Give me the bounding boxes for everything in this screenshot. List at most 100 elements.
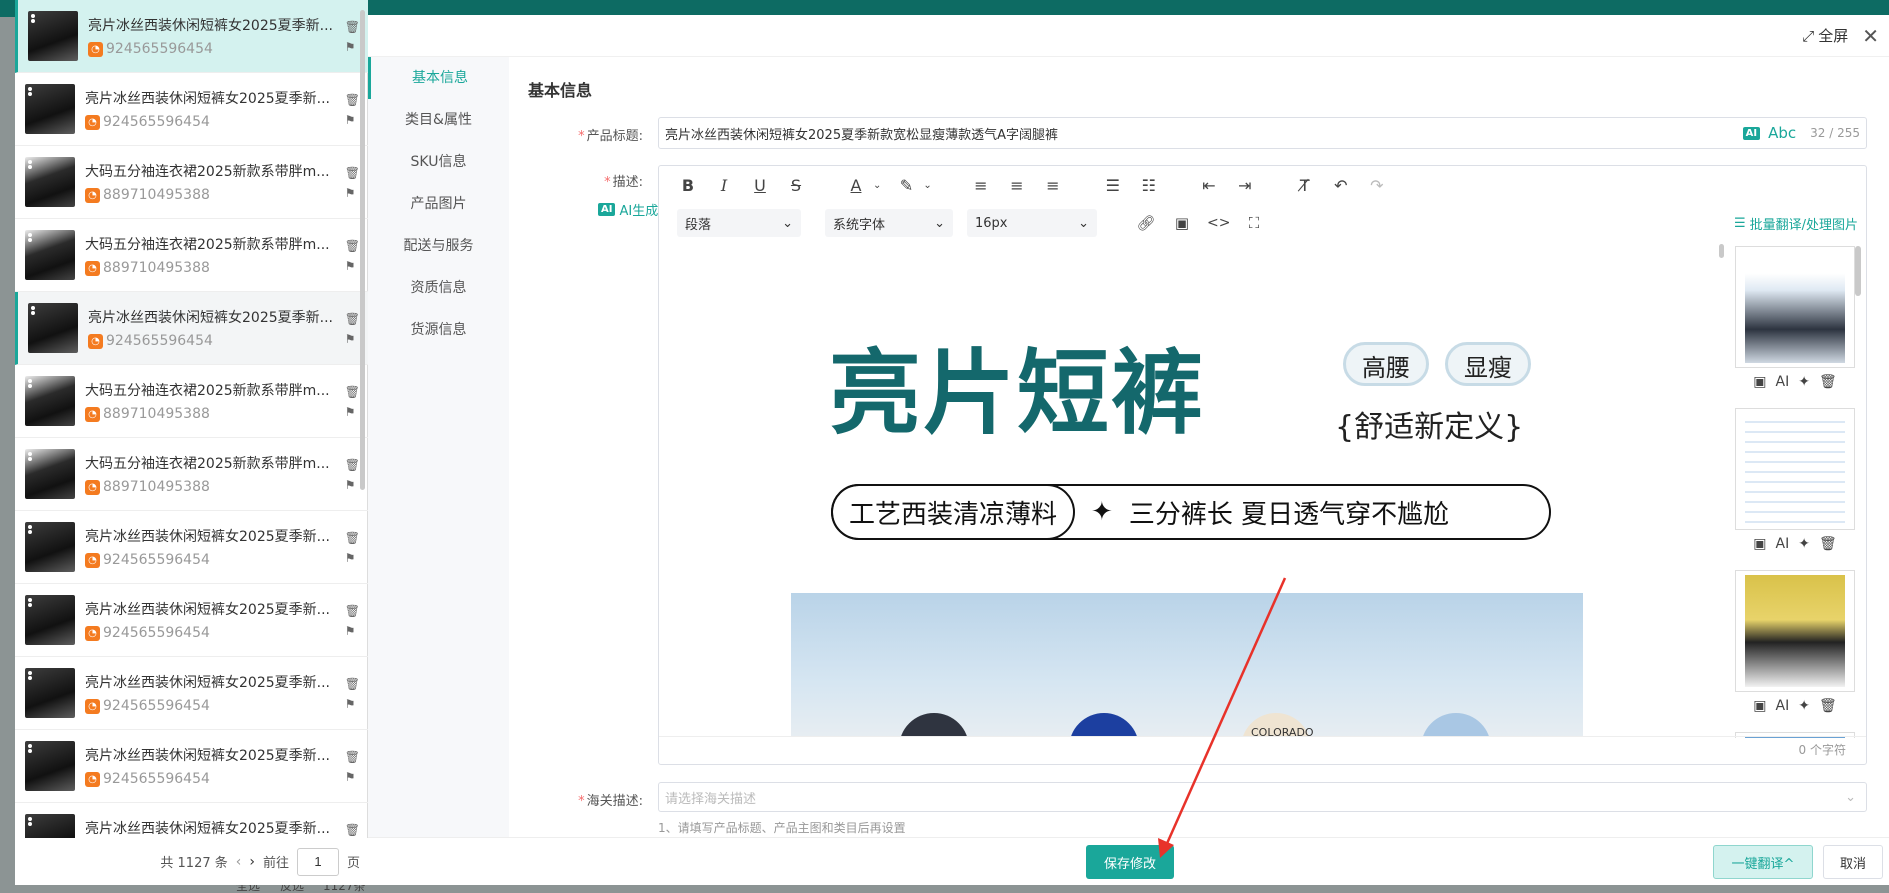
tab-item[interactable]: 产品图片 <box>368 183 509 225</box>
image-list-scrollbar[interactable] <box>1855 246 1861 296</box>
cancel-button[interactable]: 取消 <box>1823 845 1883 879</box>
text-color-icon[interactable]: A <box>845 176 867 195</box>
product-list-item[interactable]: 亮片冰丝西装休闲短裤女2025夏季新...◔924565596454🗑︎⚑ <box>15 584 368 657</box>
tab-item[interactable]: 类目&属性 <box>368 99 509 141</box>
ai-image-button[interactable]: AI <box>1776 374 1790 390</box>
product-list-item[interactable]: 亮片冰丝西装休闲短裤女2025夏季新...◔924565596454🗑︎⚑ <box>15 0 368 73</box>
align-right-icon[interactable]: ≡ <box>1042 176 1064 195</box>
description-image[interactable] <box>1735 408 1855 530</box>
flag-icon[interactable]: ⚑ <box>345 259 360 273</box>
delete-icon[interactable]: 🗑︎ <box>345 312 360 326</box>
delete-image-icon[interactable]: 🗑︎ <box>1819 536 1837 552</box>
pager-page-input[interactable] <box>296 847 339 876</box>
font-size-select[interactable]: 16px ⌄ <box>967 209 1097 237</box>
delete-image-icon[interactable]: 🗑︎ <box>1819 698 1837 714</box>
flag-icon[interactable]: ⚑ <box>345 624 360 638</box>
ai-image-button[interactable]: AI <box>1776 536 1790 552</box>
list-scrollbar[interactable] <box>360 10 365 490</box>
tab-item[interactable]: 配送与服务 <box>368 225 509 267</box>
paragraph-select[interactable]: 段落 ⌄ <box>677 209 801 237</box>
product-list-item[interactable]: 大码五分袖连衣裙2025新款系带胖m... ◔ 889710495388 🗑︎ ⚑ <box>15 219 368 292</box>
magic-wand-icon[interactable]: ✦ <box>1798 698 1810 714</box>
editor-fullscreen-icon[interactable]: ⛶ <box>1243 214 1265 232</box>
replace-image-icon[interactable]: ▣ <box>1753 374 1766 390</box>
product-list-item[interactable]: 亮片冰丝西装休闲短裤女2025夏季新...◔924565596454🗑︎⚑ <box>15 511 368 584</box>
tab-item[interactable]: 货源信息 <box>368 309 509 351</box>
abc-case-button[interactable]: Abc <box>1768 124 1796 142</box>
align-left-icon[interactable]: ≡ <box>970 176 992 195</box>
underline-icon[interactable]: U <box>749 176 771 195</box>
delete-icon[interactable]: 🗑︎ <box>345 239 360 253</box>
flag-icon[interactable]: ⚑ <box>345 40 360 54</box>
product-list-item[interactable]: 亮片冰丝西装休闲短裤女2025夏季新...◔924565596454🗑︎⚑ <box>15 803 368 838</box>
product-list-item[interactable]: 亮片冰丝西装休闲短裤女2025夏季新...◔924565596454🗑︎⚑ <box>15 292 368 365</box>
replace-image-icon[interactable]: ▣ <box>1753 536 1766 552</box>
bullet-list-icon[interactable]: ☰ <box>1102 176 1124 195</box>
italic-icon[interactable]: I <box>713 176 735 195</box>
delete-icon[interactable]: 🗑︎ <box>345 750 360 764</box>
flag-icon[interactable]: ⚑ <box>345 405 360 419</box>
delete-icon[interactable]: 🗑︎ <box>345 604 360 618</box>
outdent-icon[interactable]: ⇤ <box>1198 176 1220 195</box>
replace-image-icon[interactable]: ▣ <box>1753 698 1766 714</box>
editor-content[interactable]: 亮片短裤 高腰 显瘦 {舒适新定义} 工艺西装清凉薄料 ✦ 三分裤长 夏日透气穿… <box>659 244 1719 736</box>
flag-icon[interactable]: ⚑ <box>345 697 360 711</box>
pager-next-icon[interactable]: › <box>249 854 255 870</box>
chevron-down-icon[interactable]: ⌄ <box>923 180 931 191</box>
ai-title-icon[interactable]: AI <box>1742 126 1761 140</box>
flag-icon[interactable]: ⚑ <box>345 332 360 346</box>
product-list-item[interactable]: 大码五分袖连衣裙2025新款系带胖m... ◔ 889710495388 🗑︎ ⚑ <box>15 438 368 511</box>
flag-icon[interactable]: ⚑ <box>345 770 360 784</box>
delete-icon[interactable]: 🗑︎ <box>345 677 360 691</box>
description-image[interactable] <box>1735 570 1855 692</box>
delete-icon[interactable]: 🗑︎ <box>345 166 360 180</box>
batch-translate-button[interactable]: ☰ 批量翻译/处理图片 <box>1734 214 1858 233</box>
product-list-item[interactable]: 大码五分袖连衣裙2025新款系带胖m... ◔ 889710495388 🗑︎ ⚑ <box>15 146 368 219</box>
insert-image-icon[interactable]: ▣ <box>1171 214 1193 232</box>
product-list-item[interactable]: 亮片冰丝西装休闲短裤女2025夏季新...◔924565596454🗑︎⚑ <box>15 730 368 803</box>
delete-icon[interactable]: 🗑︎ <box>345 93 360 107</box>
description-image[interactable] <box>1735 732 1855 738</box>
flag-icon[interactable]: ⚑ <box>345 551 360 565</box>
delete-icon[interactable]: 🗑︎ <box>345 823 360 837</box>
strikethrough-icon[interactable]: S <box>785 176 807 195</box>
flag-icon[interactable]: ⚑ <box>345 113 360 127</box>
save-button[interactable]: 保存修改 <box>1086 845 1174 879</box>
tab-item[interactable]: SKU信息 <box>368 141 509 183</box>
bold-icon[interactable]: B <box>677 176 699 195</box>
pager-prev-icon[interactable]: ‹ <box>236 854 242 870</box>
code-view-icon[interactable]: <> <box>1207 215 1230 231</box>
customs-description-select[interactable]: 请选择海关描述 ⌄ <box>658 782 1867 812</box>
ai-generate-button[interactable]: AI AI生成 <box>598 200 658 219</box>
delete-icon[interactable]: 🗑︎ <box>345 20 360 34</box>
magic-wand-icon[interactable]: ✦ <box>1798 374 1810 390</box>
product-list-item[interactable]: 大码五分袖连衣裙2025新款系带胖m... ◔ 889710495388 🗑︎ ⚑ <box>15 365 368 438</box>
indent-icon[interactable]: ⇥ <box>1234 176 1256 195</box>
description-image[interactable] <box>1735 246 1855 368</box>
product-title-input[interactable]: 亮片冰丝西装休闲短裤女2025夏季新款宽松显瘦薄款透气A字阔腿裤 AI Abc … <box>658 117 1867 149</box>
highlight-color-icon[interactable]: ✎ <box>895 176 917 195</box>
ai-image-button[interactable]: AI <box>1776 698 1790 714</box>
font-family-select[interactable]: 系统字体 ⌄ <box>825 209 953 237</box>
fullscreen-button[interactable]: ⤢ 全屏 <box>1802 25 1848 46</box>
delete-icon[interactable]: 🗑︎ <box>345 385 360 399</box>
clear-format-icon[interactable]: T̸ <box>1294 176 1316 195</box>
close-icon[interactable]: ✕ <box>1862 24 1879 48</box>
flag-icon[interactable]: ⚑ <box>345 478 360 492</box>
editor-scrollbar[interactable] <box>1719 244 1725 736</box>
product-list-item[interactable]: 亮片冰丝西装休闲短裤女2025夏季新...◔924565596454🗑︎⚑ <box>15 657 368 730</box>
numbered-list-icon[interactable]: ☷ <box>1138 176 1160 195</box>
delete-image-icon[interactable]: 🗑︎ <box>1819 374 1837 390</box>
product-list-item[interactable]: 亮片冰丝西装休闲短裤女2025夏季新...◔924565596454🗑︎⚑ <box>15 73 368 146</box>
magic-wand-icon[interactable]: ✦ <box>1798 536 1810 552</box>
link-icon[interactable]: 🔗︎ <box>1135 214 1157 232</box>
redo-icon[interactable]: ↷ <box>1366 176 1388 195</box>
align-center-icon[interactable]: ≡ <box>1006 176 1028 195</box>
chevron-down-icon[interactable]: ⌄ <box>873 180 881 191</box>
tab-item[interactable]: 基本信息 <box>368 57 509 99</box>
tab-item[interactable]: 资质信息 <box>368 267 509 309</box>
delete-icon[interactable]: 🗑︎ <box>345 458 360 472</box>
delete-icon[interactable]: 🗑︎ <box>345 531 360 545</box>
flag-icon[interactable]: ⚑ <box>345 186 360 200</box>
one-click-translate-button[interactable]: 一键翻译^ <box>1713 845 1813 879</box>
